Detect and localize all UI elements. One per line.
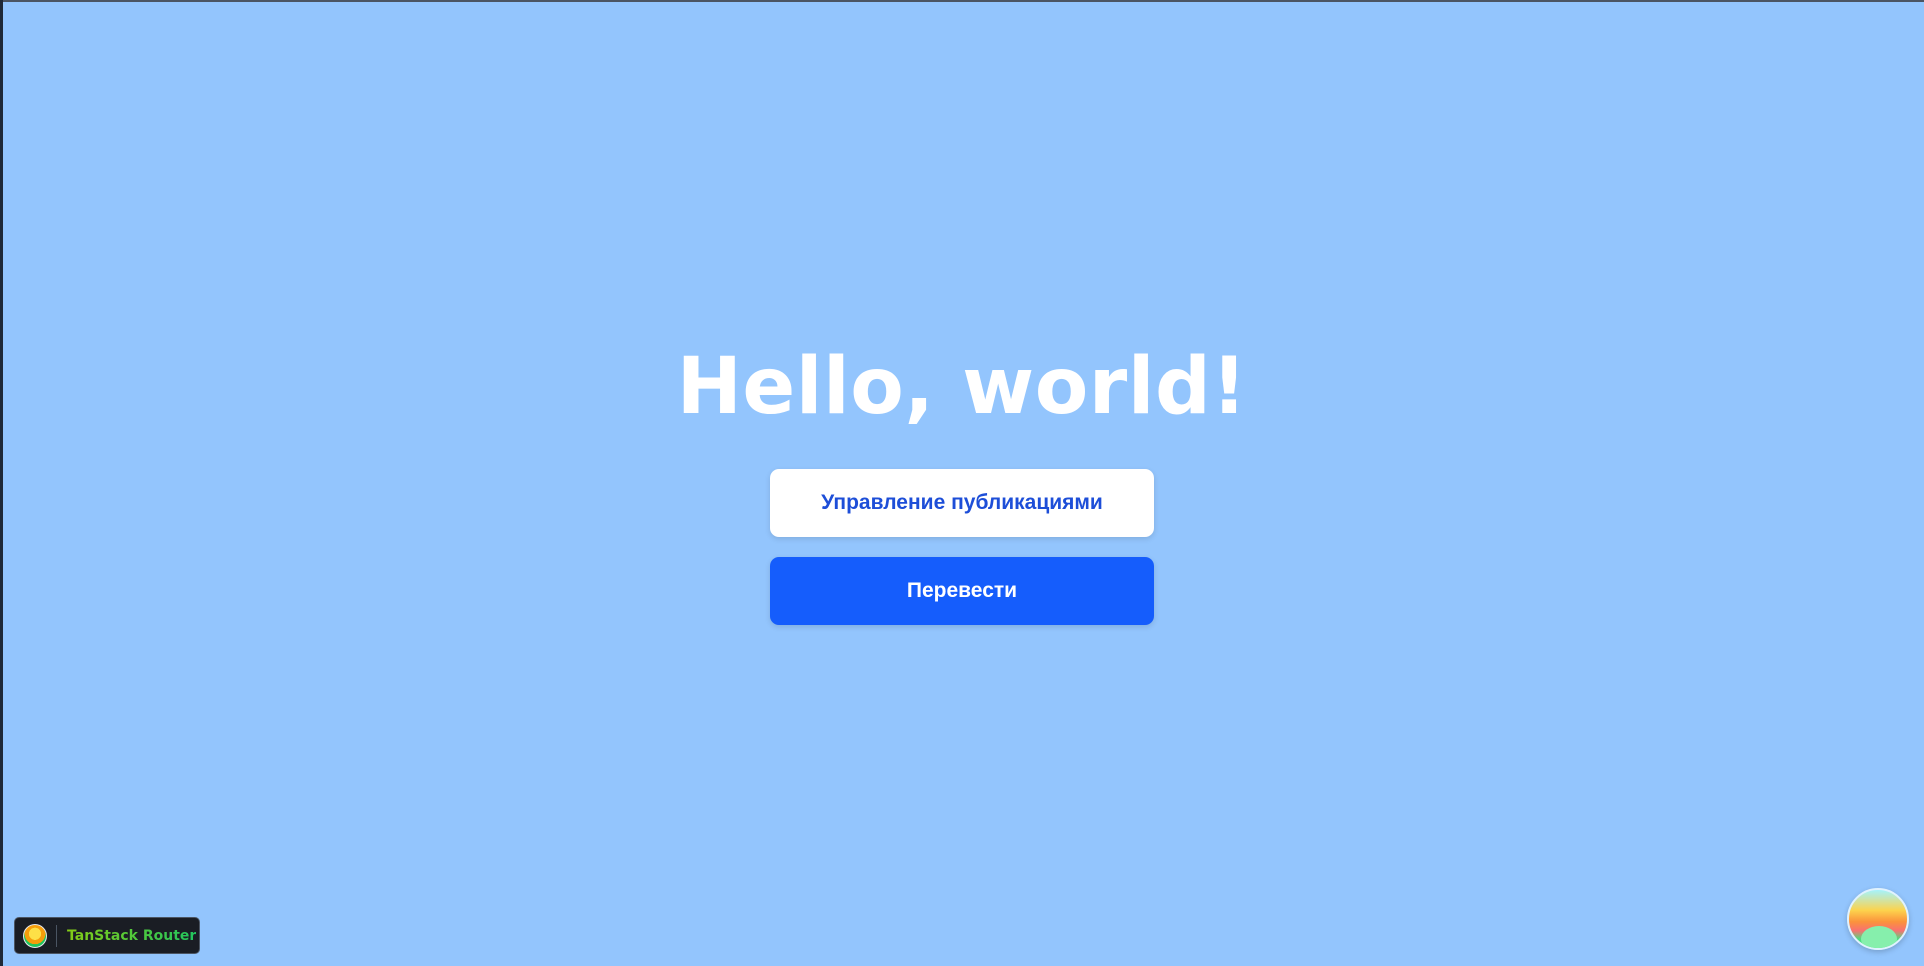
devtools-toggle-button[interactable]: [1847, 888, 1909, 950]
page-title: Hello, world!: [676, 341, 1248, 432]
devtools-toggle-icon: [1861, 926, 1897, 948]
tanstack-logo-icon: [23, 923, 47, 948]
tanstack-router-devtools-button[interactable]: TanStack Router: [14, 917, 200, 954]
devtools-divider: [56, 924, 57, 947]
manage-publications-button[interactable]: Управление публикациями: [770, 468, 1154, 537]
main-content: Hello, world! Управление публикациями Пе…: [0, 0, 1924, 966]
devtools-label: TanStack Router: [67, 927, 197, 944]
translate-button[interactable]: Перевести: [770, 556, 1154, 625]
